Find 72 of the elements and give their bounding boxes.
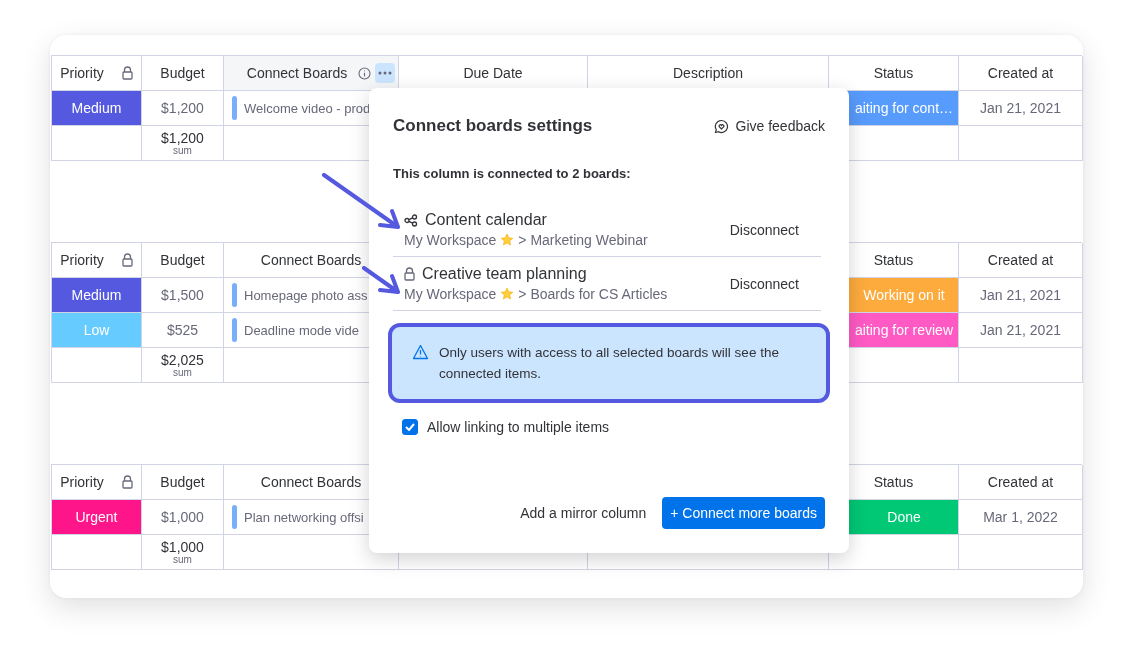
column-header: Created at	[987, 65, 1054, 81]
sum-label: sum	[173, 554, 192, 565]
sum-label: sum	[173, 145, 192, 156]
date-cell: Jan 21, 2021	[980, 287, 1061, 303]
check-icon	[405, 423, 415, 431]
lock-icon	[404, 267, 415, 281]
item-chip[interactable]	[232, 318, 237, 342]
info-icon[interactable]	[358, 66, 372, 80]
column-header: Status	[873, 252, 914, 268]
more-button[interactable]	[375, 63, 396, 83]
checkbox-label: Allow linking to multiple items	[427, 419, 610, 435]
column-header-label: Connect Boards	[246, 65, 348, 81]
date-cell: Jan 21, 2021	[980, 322, 1061, 338]
column-header-label: Priority	[60, 252, 104, 268]
budget-cell: $525	[166, 322, 199, 338]
column-header: Due Date	[463, 65, 523, 81]
disconnect-link[interactable]: Disconnect	[729, 275, 799, 292]
item-chip[interactable]	[232, 505, 237, 529]
date-cell: Mar 1, 2022	[983, 509, 1058, 525]
share-icon	[404, 213, 418, 227]
column-header: Budget	[160, 65, 205, 81]
connected-item[interactable]: Deadline mode vide	[244, 322, 359, 338]
column-header[interactable]: Connect Boards	[224, 56, 399, 91]
column-header: Status	[873, 474, 914, 490]
sum-label: sum	[173, 367, 192, 378]
connect-boards-button[interactable]: + Connect more boards	[662, 497, 825, 529]
lock-icon	[121, 253, 133, 267]
notice-text: Only users with access to all selected boards will see the connected items.	[439, 344, 780, 383]
connected-item[interactable]: Homepage photo ass	[244, 287, 368, 303]
sum-value: $2,025	[161, 352, 204, 368]
column-header: Description	[673, 65, 743, 81]
budget-cell: $1,500	[161, 287, 204, 303]
dialog-title: Connect boards settings	[393, 116, 593, 136]
column-header: Budget	[160, 252, 205, 268]
mirror-column-button[interactable]: Add a mirror column	[520, 497, 647, 529]
column-header: Created at	[987, 252, 1054, 268]
lock-icon	[121, 66, 133, 80]
column-header: Connect Boards	[260, 252, 362, 268]
feedback-link[interactable]: Give feedback	[713, 118, 825, 134]
lock-icon	[121, 475, 133, 489]
star-icon	[500, 233, 515, 247]
warning-icon	[412, 344, 429, 360]
workspace-name: My Workspace	[404, 232, 497, 248]
sum-value: $1,200	[161, 130, 204, 146]
column-header-label: Priority	[60, 474, 104, 490]
item-chip[interactable]	[232, 283, 237, 307]
workspace-name: My Workspace	[404, 286, 497, 302]
item-chip[interactable]	[232, 96, 237, 120]
priority-label[interactable]: Medium	[52, 91, 142, 126]
priority-label[interactable]: Medium	[52, 278, 142, 313]
date-cell: Jan 21, 2021	[980, 100, 1061, 116]
star-icon	[500, 287, 515, 301]
column-header: Connect Boards	[260, 474, 362, 490]
column-header: Budget	[160, 474, 205, 490]
connected-summary: This column is connected to 2 boards:	[393, 166, 632, 181]
board-path: > Marketing Webinar	[518, 232, 648, 248]
column-header: Status	[873, 65, 914, 81]
budget-cell: $1,000	[161, 509, 204, 525]
checkbox[interactable]	[402, 419, 418, 435]
chat-heart-icon	[713, 118, 729, 134]
column-header-label: Priority	[60, 65, 104, 81]
budget-cell: $1,200	[161, 100, 204, 116]
disconnect-link[interactable]: Disconnect	[729, 221, 799, 238]
column-header: Created at	[987, 474, 1054, 490]
board-name: Creative team planning	[422, 265, 587, 283]
board-name: Content calendar	[425, 211, 547, 229]
more-icon	[378, 71, 393, 75]
board-path: > Boards for CS Articles	[518, 286, 668, 302]
connected-item[interactable]: Plan networking offsi	[244, 509, 364, 525]
connected-item[interactable]: Welcome video - prod	[244, 100, 371, 116]
sum-value: $1,000	[161, 539, 204, 555]
priority-label[interactable]: Urgent	[52, 500, 142, 535]
